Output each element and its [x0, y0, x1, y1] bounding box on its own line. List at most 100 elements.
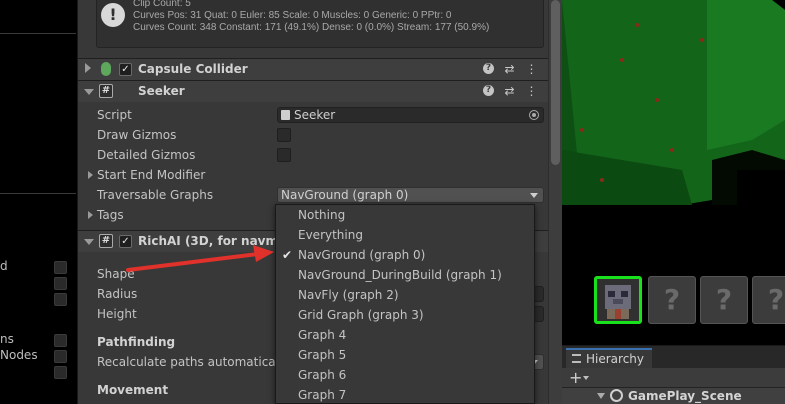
menu-item[interactable]: Graph 6 [276, 365, 534, 385]
capsule-collider-header[interactable]: ✓ Capsule Collider ? ⇄ ⋮ [78, 58, 548, 80]
script-value: Seeker [294, 108, 336, 122]
detailed-gizmos-label: Detailed Gizmos [97, 148, 196, 162]
add-object-button[interactable]: + [569, 368, 582, 388]
menu-item-selected[interactable]: ✔ NavGround (graph 0) [276, 245, 534, 265]
menu-item-label: NavGround (graph 0) [298, 248, 426, 262]
hierarchy-panel: Hierarchy + GamePlay_Scene [562, 345, 785, 404]
left-checkbox[interactable] [54, 350, 67, 363]
movement-section-label: Movement [97, 383, 169, 397]
fold-arrow-icon[interactable] [84, 89, 94, 95]
seeker-title: Seeker [138, 84, 185, 98]
seeker-header[interactable]: # Seeker ? ⇄ ⋮ [78, 80, 548, 102]
hierarchy-tab-label: Hierarchy [586, 352, 645, 366]
object-picker-icon[interactable] [529, 110, 539, 120]
left-checkbox[interactable] [54, 366, 67, 379]
radius-label: Radius [97, 287, 138, 301]
capsule-collider-icon [101, 62, 111, 76]
character-avatar-icon [605, 285, 631, 319]
menu-item[interactable]: Graph 4 [276, 325, 534, 345]
left-checkbox[interactable] [54, 293, 67, 306]
tab-hierarchy[interactable]: Hierarchy [566, 348, 653, 368]
hierarchy-scene-row[interactable]: GamePlay_Scene [562, 388, 785, 404]
empty-slot[interactable]: ? [700, 276, 748, 324]
presets-icon[interactable]: ⇄ [503, 62, 516, 76]
inspector-scrollbar[interactable] [548, 0, 562, 404]
left-checkbox[interactable] [54, 334, 67, 347]
start-end-modifier-foldout[interactable]: Start End Modifier [88, 168, 206, 182]
chevron-down-icon [530, 193, 538, 198]
empty-slot[interactable]: ? [752, 276, 785, 324]
pathfinding-section-label: Pathfinding [97, 335, 176, 349]
left-label-fragment: Nodes [0, 348, 38, 362]
left-panel: d ns Nodes [0, 0, 78, 404]
character-portrait-selected[interactable] [594, 276, 642, 324]
menu-item-label: Nothing [298, 208, 346, 222]
menu-item-label: Graph 6 [298, 368, 347, 382]
menu-item[interactable]: NavGround_DuringBuild (graph 1) [276, 265, 534, 285]
detailed-gizmos-checkbox[interactable] [277, 148, 291, 162]
capsule-collider-enabled-checkbox[interactable]: ✓ [119, 63, 132, 76]
script-object-field[interactable]: Seeker [277, 107, 544, 123]
left-checkbox[interactable] [54, 277, 67, 290]
menu-item[interactable]: Graph 7 [276, 385, 534, 403]
fold-arrow-icon[interactable] [84, 239, 94, 245]
height-label: Height [97, 307, 137, 321]
list-icon [572, 354, 581, 363]
capsule-collider-title: Capsule Collider [138, 62, 248, 76]
menu-item[interactable]: Nothing [276, 205, 534, 225]
hierarchy-tab-bar: Hierarchy [562, 346, 785, 368]
unity-scene-icon [610, 389, 623, 402]
fold-arrow-icon[interactable] [597, 393, 605, 399]
menu-item[interactable]: Everything [276, 225, 534, 245]
menu-item-label: Graph 5 [298, 348, 347, 362]
traversable-graphs-label: Traversable Graphs [97, 188, 214, 202]
left-checkbox[interactable] [54, 261, 67, 274]
tags-foldout[interactable]: Tags [88, 208, 124, 222]
traversable-graphs-menu: Nothing Everything ✔ NavGround (graph 0) … [275, 204, 535, 404]
traversable-graphs-dropdown[interactable]: NavGround (graph 0) [277, 187, 544, 203]
more-options-icon[interactable]: ⋮ [525, 62, 538, 76]
more-options-icon[interactable]: ⋮ [525, 84, 538, 98]
richai-enabled-checkbox[interactable]: ✓ [119, 235, 132, 248]
curves-pos-text: Curves Pos: 31 Quat: 0 Euler: 85 Scale: … [133, 10, 452, 21]
chevron-down-icon[interactable] [583, 376, 589, 380]
recalculate-paths-label: Recalculate paths automatically [97, 355, 290, 369]
hierarchy-toolbar: + [562, 368, 785, 388]
tags-label: Tags [97, 208, 124, 222]
menu-item[interactable]: NavFly (graph 2) [276, 285, 534, 305]
menu-item-label: NavGround_DuringBuild (graph 1) [298, 268, 502, 282]
start-end-modifier-label: Start End Modifier [97, 168, 206, 182]
shape-label: Shape [97, 267, 135, 281]
presets-icon[interactable]: ⇄ [503, 84, 516, 98]
divider [0, 33, 76, 34]
script-label: Script [97, 108, 132, 122]
script-icon: # [99, 234, 113, 248]
help-icon[interactable]: ? [483, 85, 494, 96]
divider [0, 193, 76, 194]
animation-info-box: ! Clip Count: 5 Curves Pos: 31 Quat: 0 E… [96, 0, 544, 48]
checkmark-icon: ✔ [282, 248, 293, 262]
menu-item-label: Grid Graph (graph 3) [298, 308, 424, 322]
component-header-icons: ? ⇄ ⋮ [483, 62, 538, 76]
empty-slot[interactable]: ? [648, 276, 696, 324]
traversable-graphs-value: NavGround (graph 0) [281, 188, 409, 202]
info-icon: ! [101, 3, 125, 27]
fold-arrow-icon[interactable] [85, 63, 91, 73]
foldout-arrow-icon [88, 171, 93, 179]
curves-count-text: Curves Count: 348 Constant: 171 (49.1%) … [133, 22, 490, 33]
foldout-arrow-icon [88, 211, 93, 219]
component-header-icons: ? ⇄ ⋮ [483, 84, 538, 98]
menu-item[interactable]: Graph 5 [276, 345, 534, 365]
menu-item[interactable]: Grid Graph (graph 3) [276, 305, 534, 325]
scrollbar-thumb[interactable] [551, 0, 560, 165]
clip-count-text: Clip Count: 5 [133, 0, 191, 9]
draw-gizmos-label: Draw Gizmos [97, 128, 177, 142]
menu-item-label: Graph 4 [298, 328, 347, 342]
script-icon: # [99, 84, 113, 98]
scene-view[interactable]: ? ? ? [562, 0, 785, 345]
menu-item-label: Everything [298, 228, 363, 242]
menu-item-label: NavFly (graph 2) [298, 288, 399, 302]
left-label-fragment: d [0, 259, 8, 273]
help-icon[interactable]: ? [483, 63, 494, 74]
draw-gizmos-checkbox[interactable] [277, 128, 291, 142]
